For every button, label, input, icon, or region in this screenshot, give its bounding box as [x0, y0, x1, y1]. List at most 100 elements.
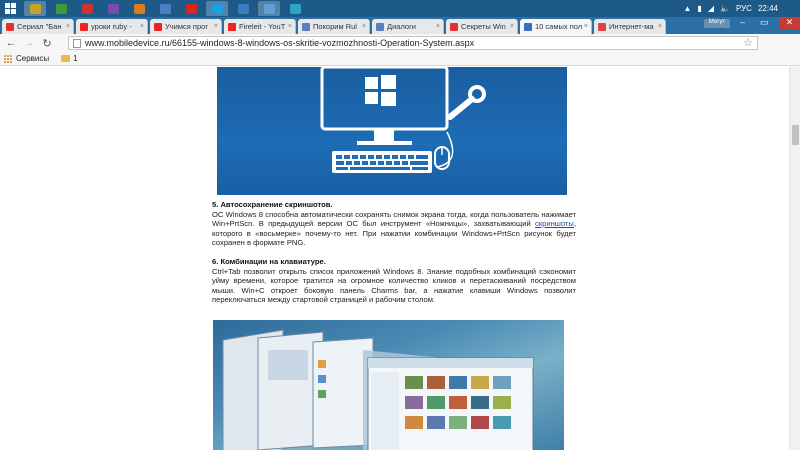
- bookmark-folder[interactable]: 1: [61, 54, 78, 63]
- tab-close-icon[interactable]: ×: [510, 23, 514, 30]
- tab-favicon-icon: [376, 22, 384, 31]
- close-button[interactable]: ✕: [779, 17, 800, 29]
- tab-label: Секреты Win: [461, 22, 506, 31]
- battery-icon[interactable]: ▮: [697, 4, 701, 13]
- bookmark-apps-label: Сервисы: [16, 54, 50, 63]
- browser-tab[interactable]: Секреты Win ×: [446, 19, 518, 34]
- fl-studio-icon: [133, 3, 145, 14]
- taskbar-app-file-explorer-icon[interactable]: [24, 1, 46, 16]
- tab-close-icon[interactable]: ×: [140, 23, 144, 30]
- vertical-scrollbar[interactable]: [789, 67, 800, 450]
- windows-logo-icon: [4, 3, 16, 14]
- section-6: 6. Комбинации на клавиатуре. Ctrl+Tab по…: [212, 257, 576, 305]
- tab-label: 10 самых пол: [535, 22, 583, 31]
- url-text: www.mobiledevice.ru/66155-windows-8-wind…: [85, 38, 475, 48]
- apps-grid-icon: [4, 54, 12, 63]
- volume-icon[interactable]: 🔈: [720, 4, 730, 13]
- scrollbar-thumb[interactable]: [792, 125, 799, 145]
- network-icon[interactable]: ◢: [708, 4, 714, 13]
- tab-favicon-icon: [228, 22, 236, 31]
- folder-icon: [61, 55, 71, 62]
- browser-tab[interactable]: Учимся прог ×: [150, 19, 222, 34]
- back-button[interactable]: ←: [4, 36, 18, 50]
- bookmark-apps[interactable]: Сервисы: [4, 54, 49, 63]
- network-icon: [237, 3, 249, 14]
- taskbar-app-paint-icon[interactable]: [258, 1, 280, 16]
- tab-favicon-icon: [450, 22, 458, 31]
- tab-close-icon[interactable]: ×: [362, 23, 366, 30]
- page-content: 5. Автосохранение скриншотов. ОС Windows…: [0, 67, 789, 450]
- clock[interactable]: 22:44: [758, 4, 778, 13]
- paint-icon: [263, 3, 275, 14]
- file-explorer-icon: [29, 3, 41, 14]
- tab-close-icon[interactable]: ×: [66, 23, 70, 30]
- bookmarks-bar: Сервисы 1: [0, 52, 800, 66]
- tab-favicon-icon: [598, 22, 606, 31]
- maximize-button[interactable]: ▭: [760, 17, 769, 28]
- opera-icon: [185, 3, 197, 14]
- language-indicator[interactable]: РУС: [736, 4, 752, 13]
- z-app-icon: [289, 3, 301, 14]
- browser-toolbar: ← → ↻ www.mobiledevice.ru/66155-windows-…: [0, 34, 800, 84]
- browser-tab[interactable]: Покорим Rul ×: [298, 19, 370, 34]
- chrome-icon: [55, 3, 67, 14]
- taskbar-app-visual-studio-icon[interactable]: [102, 1, 124, 16]
- minimize-button[interactable]: –: [740, 17, 745, 27]
- taskbar-app-network-icon[interactable]: [232, 1, 254, 16]
- screenshots-link[interactable]: скриншоты: [535, 219, 574, 228]
- computer-illustration-svg: [320, 67, 486, 173]
- taskbar-app-z-app-icon[interactable]: [284, 1, 306, 16]
- forward-button[interactable]: →: [22, 36, 36, 50]
- tab-close-icon[interactable]: ×: [658, 23, 662, 30]
- bookmark-folder-label: 1: [73, 54, 78, 63]
- tab-label: Интернет-ма: [609, 22, 654, 31]
- browser-tab[interactable]: уроки ruby - ×: [76, 19, 148, 34]
- browser-tab[interactable]: Диалоги ×: [372, 19, 444, 34]
- tab-label: Покорим Rul: [313, 22, 357, 31]
- tab-label: Диалоги: [387, 22, 416, 31]
- user-badge[interactable]: Могут: [704, 19, 730, 28]
- section-5-title: 5. Автосохранение скриншотов.: [212, 200, 333, 209]
- address-bar[interactable]: www.mobiledevice.ru/66155-windows-8-wind…: [68, 36, 758, 50]
- system-tray: ▲ ▮ ◢ 🔈 РУС 22:44: [683, 0, 800, 17]
- section-5-text: ОС Windows 8 способна автоматически сохр…: [212, 210, 576, 248]
- tab-label: Учимся прог: [165, 22, 209, 31]
- tab-close-icon[interactable]: ×: [584, 23, 588, 30]
- tab-label: Сериал "Бан: [17, 22, 62, 31]
- gom-player-icon: [159, 3, 171, 14]
- tray-arrow-icon[interactable]: ▲: [683, 4, 691, 13]
- tab-favicon-icon: [302, 22, 310, 31]
- taskbar-app-chrome-icon[interactable]: [50, 1, 72, 16]
- taskbar-app-gom-player-icon[interactable]: [154, 1, 176, 16]
- start-button[interactable]: [0, 0, 20, 17]
- section-6-title: 6. Комбинации на клавиатуре.: [212, 257, 326, 266]
- page-icon: [73, 39, 81, 48]
- browser-tab[interactable]: Fireleit - YouT ×: [224, 19, 296, 34]
- section-5-text-a: ОС Windows 8 способна автоматически сохр…: [212, 209, 576, 229]
- tab-label: Fireleit - YouT: [239, 22, 286, 31]
- tab-close-icon[interactable]: ×: [288, 23, 292, 30]
- browser-tab[interactable]: Интернет-ма ×: [594, 19, 666, 34]
- tab-favicon-icon: [6, 22, 14, 31]
- taskbar-app-app-red-icon[interactable]: [76, 1, 98, 16]
- windows-screenshot-svg: [222, 329, 534, 450]
- tab-favicon-icon: [524, 22, 532, 31]
- section-6-text: Ctrl+Tab позволит открыть список приложе…: [212, 266, 576, 305]
- visual-studio-icon: [107, 3, 119, 14]
- taskbar-app-skype-icon[interactable]: [206, 1, 228, 16]
- tab-favicon-icon: [80, 22, 88, 31]
- browser-tab[interactable]: Сериал "Бан ×: [2, 19, 74, 34]
- tab-close-icon[interactable]: ×: [214, 23, 218, 30]
- taskbar-app-opera-icon[interactable]: [180, 1, 202, 16]
- tab-label: уроки ruby -: [91, 22, 132, 31]
- browser-tab[interactable]: 10 самых пол ×: [520, 19, 592, 34]
- tab-close-icon[interactable]: ×: [436, 23, 440, 30]
- windows-screenshot-image: [213, 320, 564, 450]
- taskbar-app-fl-studio-icon[interactable]: [128, 1, 150, 16]
- taskbar: ▲ ▮ ◢ 🔈 РУС 22:44: [0, 0, 800, 17]
- computer-illustration: [217, 67, 567, 195]
- bookmark-star-icon[interactable]: ☆: [743, 36, 753, 49]
- taskbar-apps: [20, 1, 306, 16]
- reload-button[interactable]: ↻: [40, 36, 54, 50]
- app-red-icon: [81, 3, 93, 14]
